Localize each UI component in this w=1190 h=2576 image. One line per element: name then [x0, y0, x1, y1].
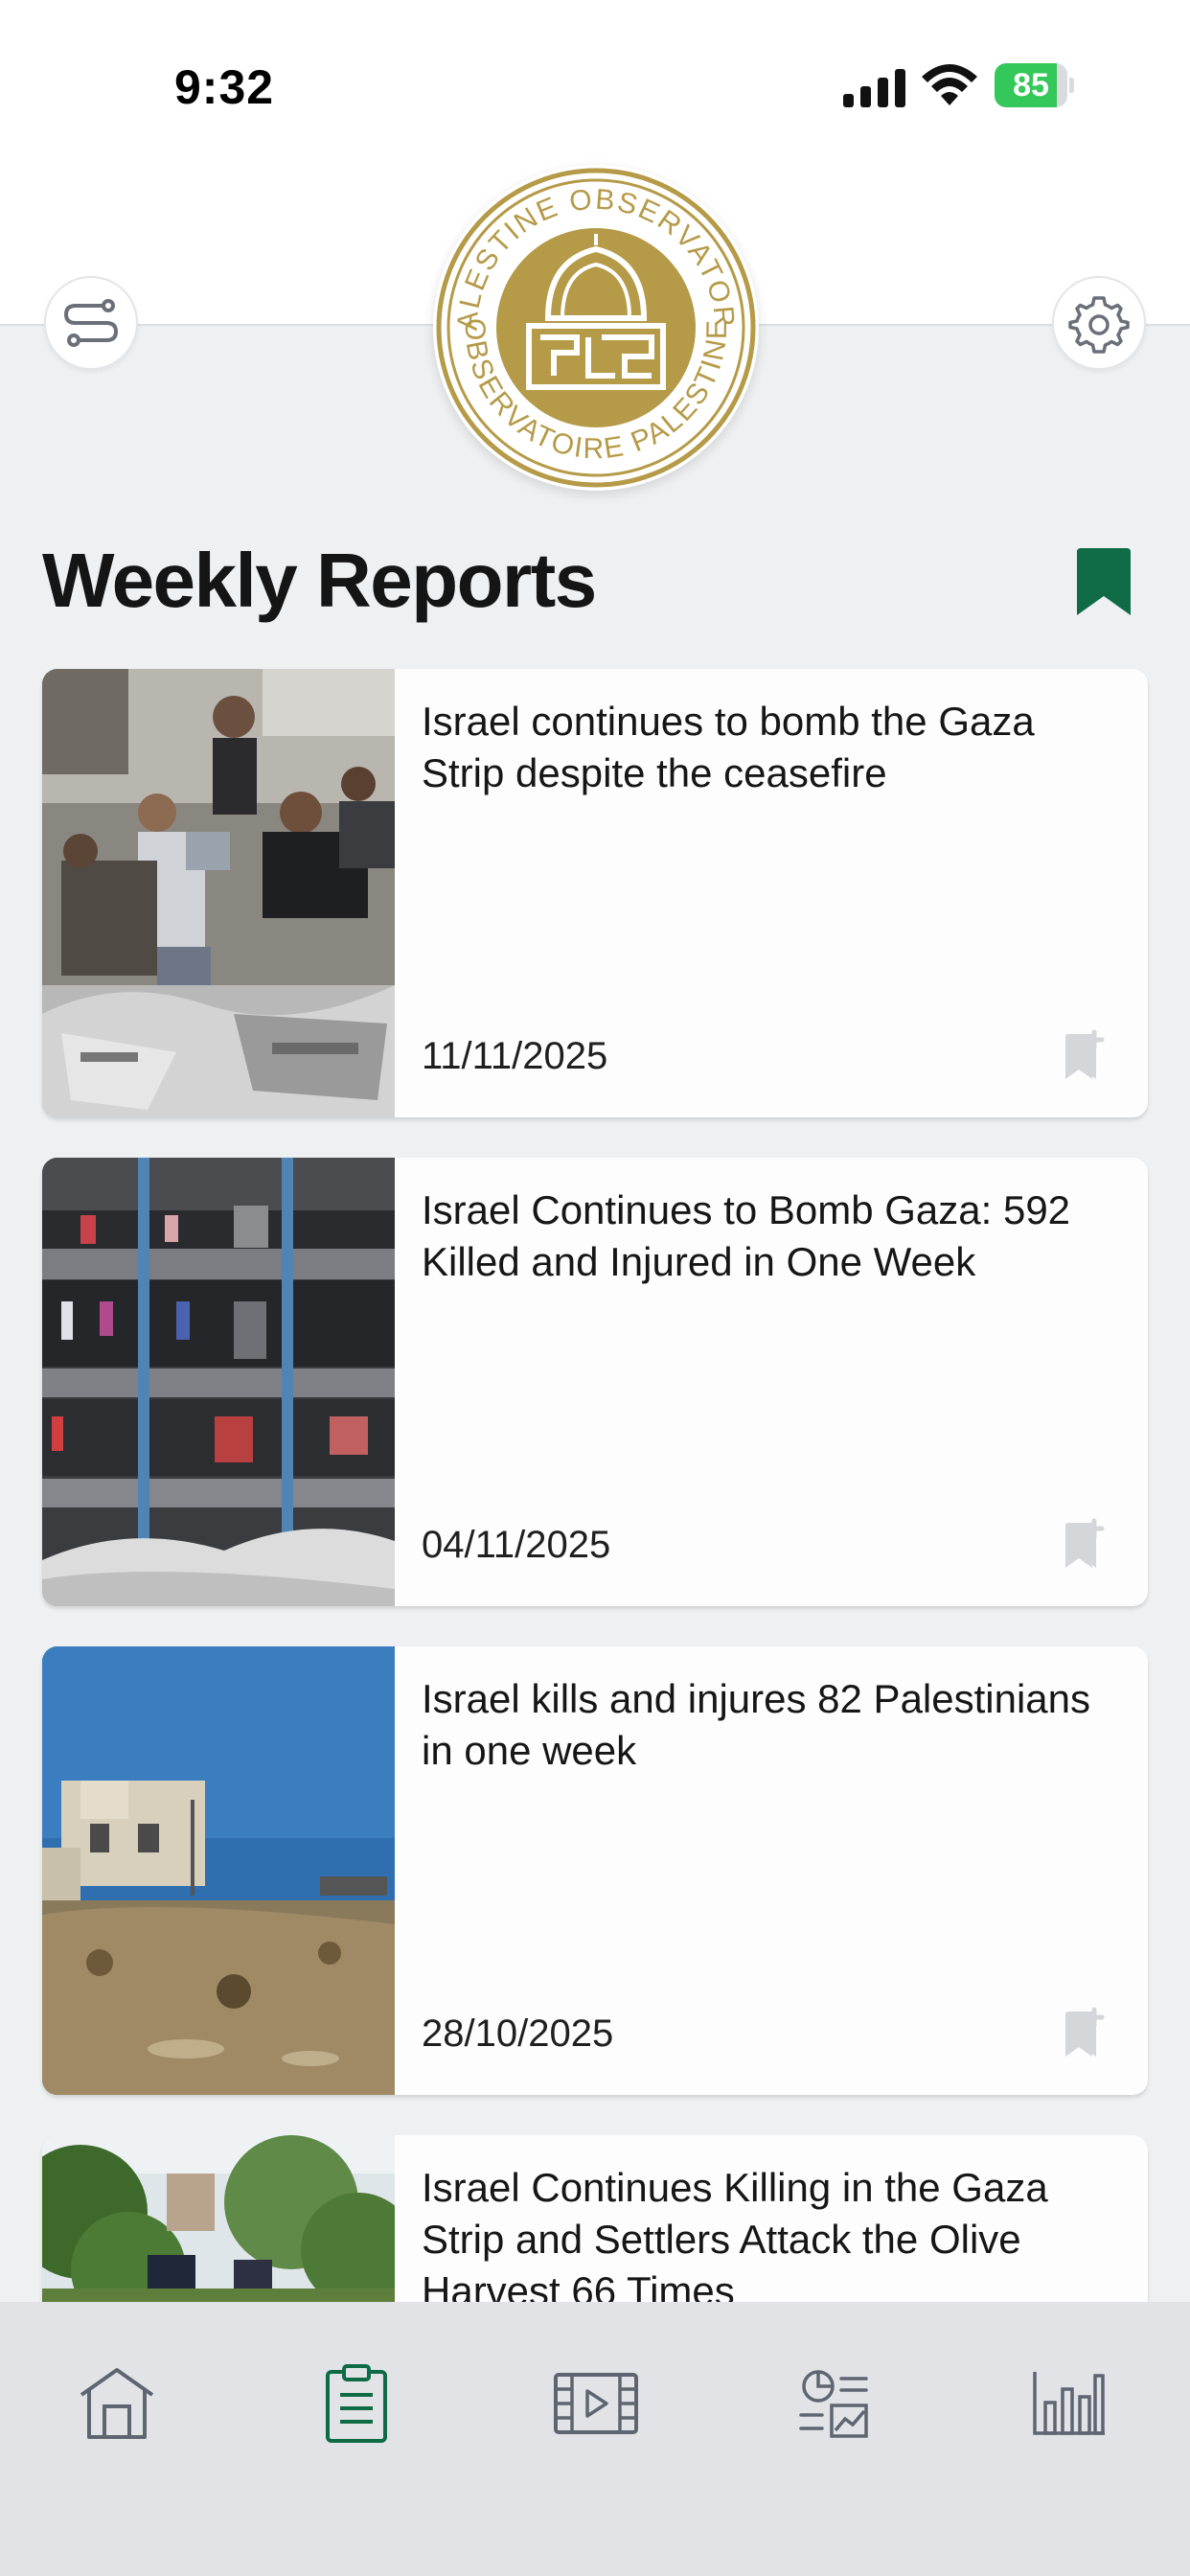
- nav-reports[interactable]: [309, 2356, 404, 2451]
- analytics-icon: [799, 2370, 868, 2438]
- home-icon: [80, 2368, 154, 2439]
- add-bookmark-icon[interactable]: [1064, 1029, 1110, 1083]
- screen: 9:32 85 ALESTINE OBSERVATOR OBSERVATOIRE…: [0, 0, 1190, 2576]
- report-card[interactable]: Israel kills and injures 82 Palestinians…: [42, 1646, 1148, 2095]
- report-title[interactable]: Israel kills and injures 82 Palestinians…: [422, 1673, 1126, 1777]
- report-card[interactable]: Israel continues to bomb the Gaza Strip …: [42, 669, 1148, 1117]
- cellular-signal-icon: [843, 69, 905, 107]
- bottom-navigation: [0, 2302, 1190, 2576]
- report-date: 11/11/2025: [422, 1035, 608, 1077]
- report-thumbnail[interactable]: [42, 669, 395, 1117]
- destroyed-house-photo: [42, 1646, 395, 2095]
- settings-button[interactable]: [1052, 276, 1146, 370]
- battery-indicator: 85: [995, 63, 1074, 107]
- report-thumbnail[interactable]: [42, 1158, 395, 1606]
- nav-analytics[interactable]: [786, 2356, 881, 2451]
- battery-percent: 85: [1013, 67, 1049, 104]
- report-date: 04/11/2025: [422, 1524, 611, 1566]
- reports-icon: [326, 2364, 387, 2443]
- report-thumbnail[interactable]: [42, 1646, 395, 2095]
- damaged-school-building-photo: [42, 1158, 395, 1606]
- report-title[interactable]: Israel Continues Killing in the Gaza Str…: [422, 2162, 1126, 2317]
- status-bar: 9:32 85: [0, 0, 1190, 172]
- wifi-icon: [922, 64, 977, 105]
- palestine-observatory-logo: PALESTINE OBSERVATORY OBSERVATOIRE PALES…: [433, 165, 759, 491]
- route-filter-icon: [63, 299, 119, 347]
- nav-home[interactable]: [69, 2356, 165, 2451]
- rubble-rescue-photo: [42, 669, 395, 1117]
- report-title[interactable]: Israel continues to bomb the Gaza Strip …: [422, 696, 1126, 799]
- nav-statistics[interactable]: [1021, 2356, 1117, 2451]
- statistics-icon: [1033, 2372, 1105, 2435]
- status-time: 9:32: [174, 60, 275, 114]
- gear-icon: [1068, 296, 1130, 354]
- page-title: Weekly Reports: [42, 538, 597, 623]
- filter-button[interactable]: [44, 276, 138, 370]
- saved-bookmarks-icon[interactable]: [1077, 548, 1131, 615]
- report-date: 28/10/2025: [422, 2012, 614, 2055]
- add-bookmark-icon[interactable]: [1064, 1518, 1110, 1572]
- nav-videos[interactable]: [548, 2356, 644, 2451]
- video-icon: [554, 2373, 638, 2434]
- report-title[interactable]: Israel Continues to Bomb Gaza: 592 Kille…: [422, 1184, 1126, 1288]
- report-card[interactable]: Israel Continues to Bomb Gaza: 592 Kille…: [42, 1158, 1148, 1606]
- add-bookmark-icon[interactable]: [1064, 2007, 1110, 2060]
